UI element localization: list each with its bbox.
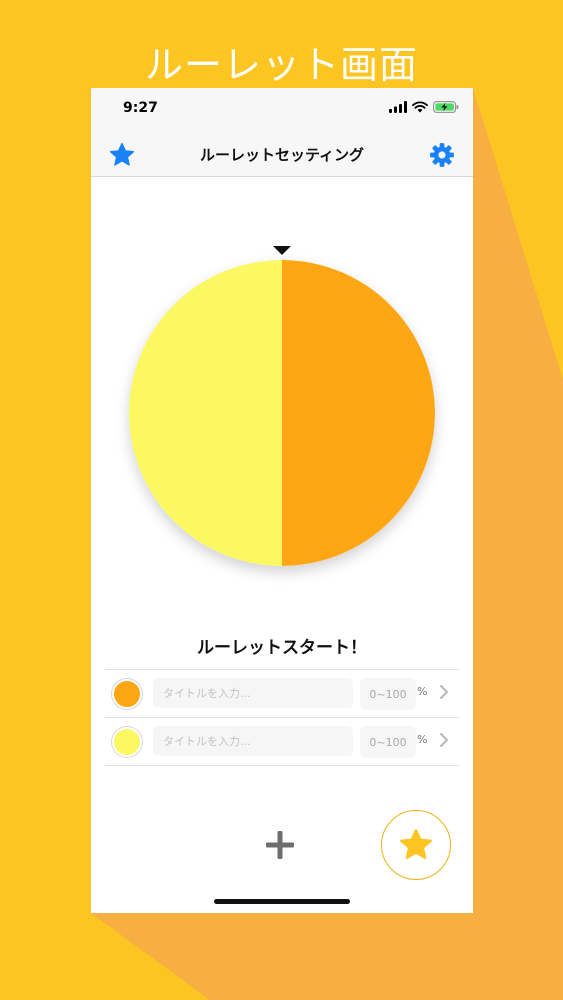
battery-charging-icon bbox=[433, 101, 459, 113]
roulette-start-button[interactable]: ルーレットスタート！ bbox=[91, 633, 473, 658]
add-entry-plus-icon[interactable] bbox=[263, 828, 297, 862]
status-time: 9:27 bbox=[123, 100, 158, 116]
status-icons bbox=[389, 101, 459, 113]
wifi-icon bbox=[412, 101, 428, 113]
phone-screen: 9:27 ルーレットセッティング ルーレットスタート！ タイトルを入力... 0… bbox=[91, 88, 473, 913]
navigation-bar: ルーレットセッティング bbox=[91, 132, 473, 177]
entry-percent-input[interactable] bbox=[360, 678, 416, 710]
gear-icon[interactable] bbox=[429, 142, 455, 168]
star-icon bbox=[400, 829, 432, 860]
nav-title: ルーレットセッティング bbox=[199, 146, 365, 164]
entry-color-swatch[interactable] bbox=[112, 679, 142, 709]
chevron-right-icon[interactable] bbox=[437, 683, 451, 701]
status-bar: 9:27 bbox=[91, 88, 473, 132]
roulette-slice bbox=[129, 260, 282, 566]
signal-icon bbox=[389, 101, 407, 113]
roulette-pointer bbox=[273, 246, 291, 255]
entry-percent-unit: % bbox=[417, 685, 428, 698]
entry-row: % bbox=[105, 669, 459, 717]
entry-color-swatch[interactable] bbox=[112, 727, 142, 757]
entry-row: % bbox=[105, 717, 459, 766]
chevron-right-icon[interactable] bbox=[437, 731, 451, 749]
entry-list: % % bbox=[105, 669, 459, 766]
entry-percent-unit: % bbox=[417, 733, 428, 746]
roulette-wheel[interactable] bbox=[129, 260, 435, 566]
entry-title-input[interactable] bbox=[153, 726, 353, 756]
entry-title-input[interactable] bbox=[153, 678, 353, 708]
favorite-button[interactable] bbox=[381, 810, 451, 880]
roulette-slice bbox=[282, 260, 435, 566]
home-indicator bbox=[214, 899, 350, 904]
entry-percent-input[interactable] bbox=[360, 726, 416, 758]
promo-title: ルーレット画面 bbox=[144, 43, 418, 87]
